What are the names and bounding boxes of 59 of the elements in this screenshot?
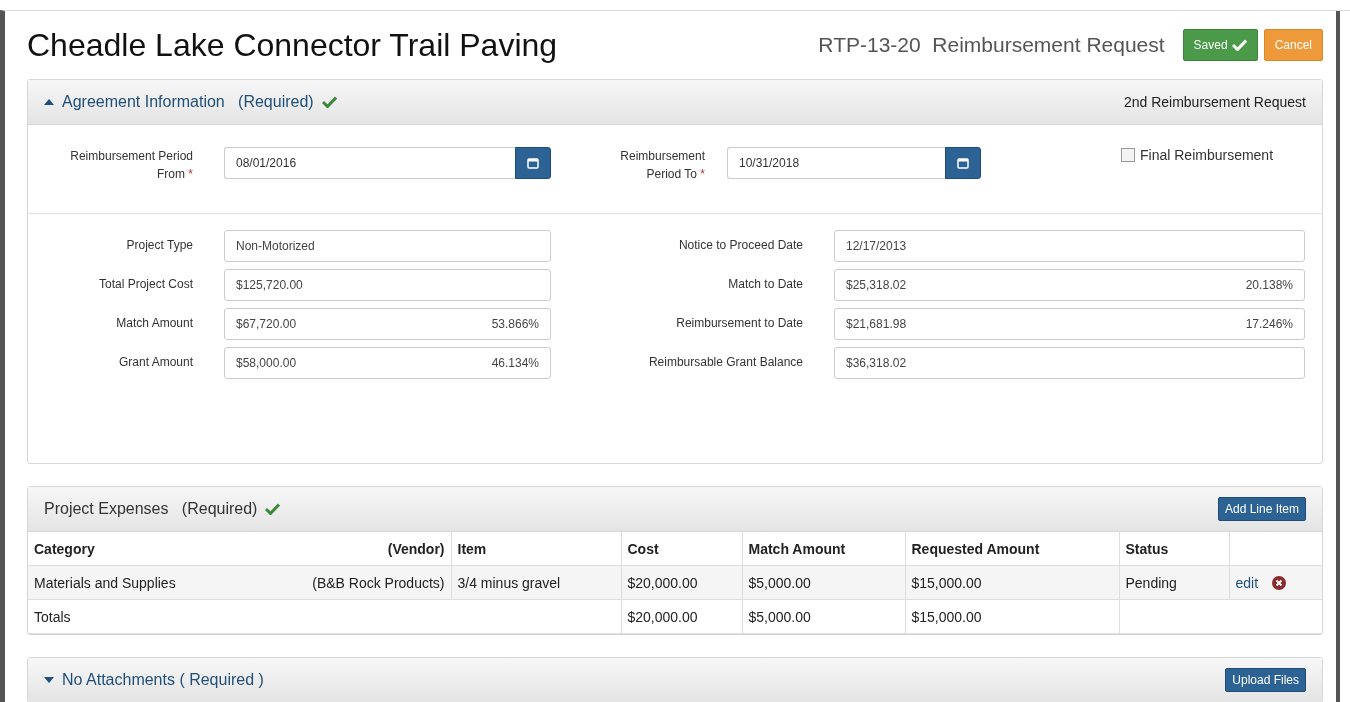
section-title[interactable]: Agreement Information (Required) [62,93,314,111]
table-cell: $5,000.00 [742,599,905,634]
table-cell: Pending [1119,565,1229,600]
table-cell: $15,000.00 [905,565,1119,600]
section-title[interactable]: No Attachments ( Required ) [62,671,264,689]
text-field[interactable]: 12/17/2013 [834,230,1305,262]
panel-header[interactable]: No Attachments ( Required ) Upload Files [28,658,1322,702]
text-field[interactable]: $25,318.02 20.138% [834,269,1305,301]
column-header: (Vendor) [284,532,451,566]
date-field[interactable]: 08/01/2016 [224,147,515,179]
column-header: Status [1119,532,1229,566]
table-cell: (B&B Rock Products) [284,565,451,600]
table-cell: $15,000.00 [905,599,1119,634]
field-label: Reimbursable Grant Balance [647,354,803,371]
text-field[interactable]: $125,720.00 [224,269,551,301]
calendar-icon [527,157,539,169]
checkbox-label: Final Reimbursement [1140,147,1274,163]
field-label: Total Project Cost [97,276,193,293]
page-title: Cheadle Lake Connector Trail Paving [27,26,559,64]
column-header: Category [28,532,284,566]
text-field[interactable]: $36,318.02 [834,347,1305,379]
field-label: Project Type [125,237,193,254]
calendar-icon [957,157,969,169]
column-header: Item [451,532,621,566]
edit-link[interactable]: edit [1235,574,1259,591]
section-title: Project Expenses (Required) [44,500,258,518]
delete-icon[interactable] [1272,575,1287,590]
column-header: Cost [621,532,742,566]
checkbox[interactable] [1121,148,1135,162]
table-cell: $5,000.00 [742,565,905,600]
text-field[interactable]: $21,681.98 17.246% [834,308,1305,340]
text-field[interactable]: $67,720.00 53.866% [224,308,551,340]
table-cell: $20,000.00 [621,565,742,600]
field-label: Reimbursement to Date [675,315,803,332]
caret-up-icon[interactable] [44,99,54,105]
add-line-item-button[interactable]: Add Line Item [1217,497,1306,521]
table-cell: Materials and Supplies [28,565,284,600]
column-header: Match Amount [742,532,905,566]
check-icon [1231,39,1247,51]
table-cell: $20,000.00 [621,599,742,634]
field-label: Match Amount [115,315,193,332]
date-field[interactable]: 10/31/2018 [727,147,945,179]
field-label: Notice to Proceed Date [677,237,803,254]
request-number: 2nd Reimbursement Request [1123,94,1306,110]
text-field[interactable]: Non-Motorized [224,230,551,262]
table-cell: 3/4 minus gravel [451,565,621,600]
calendar-button[interactable] [945,147,981,179]
text-field[interactable]: $58,000.00 46.134% [224,347,551,379]
field-label: Reimbursement Period From * [69,148,193,183]
calendar-button[interactable] [515,147,551,179]
panel-header[interactable]: Agreement Information (Required) 2nd Reimbursement Request [28,80,1322,125]
column-header: Requested Amount [905,532,1119,566]
field-label: Reimbursement Period To * [619,148,705,183]
field-label: Grant Amount [117,354,193,371]
field-label: Match to Date [727,276,803,293]
upload-files-button[interactable]: Upload Files [1225,668,1306,692]
caret-down-icon[interactable] [44,677,54,683]
request-title: RTP-13-20 Reimbursement Request [818,33,1165,57]
table-cell: Totals [28,599,621,634]
